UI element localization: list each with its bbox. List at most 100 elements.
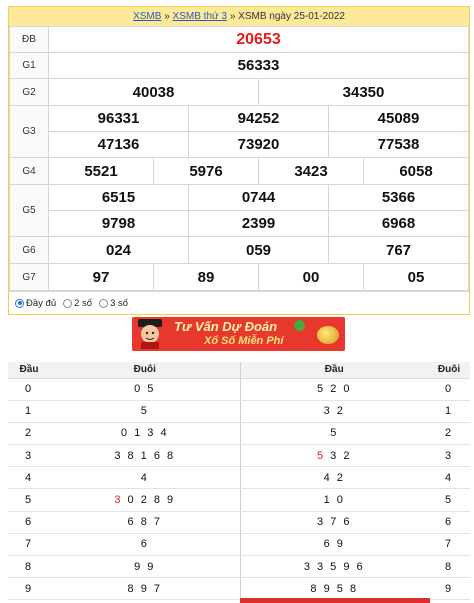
dau-values: 5 2 0	[240, 378, 428, 401]
prize-row-g2: G2 40038 34350	[9, 78, 469, 106]
prize-value: 2399	[188, 210, 329, 237]
duoi-values: 6	[50, 533, 241, 557]
banner-title: Tư Vấn Dự Đoán	[174, 319, 278, 334]
mascot-icon	[138, 319, 162, 349]
option-3-digits[interactable]: 3 số	[99, 298, 128, 309]
duoi-cell: 7	[428, 533, 470, 557]
breadcrumb: XSMB » XSMB thứ 3 » XSMB ngày 25-01-2022	[9, 7, 469, 26]
dau-values: 5	[240, 422, 428, 446]
breadcrumb-link-xsmb[interactable]: XSMB	[133, 11, 161, 22]
duoi-values: 6 8 7	[50, 511, 241, 534]
prize-value: 34350	[258, 78, 469, 106]
prize-value: 77538	[328, 131, 469, 158]
option-label: Đầy đủ	[26, 297, 57, 309]
prize-row-db: ĐB 20653	[9, 26, 469, 53]
promo-banner[interactable]: Tư Vấn Dự Đoán Xổ Số Miễn Phí	[132, 317, 345, 351]
prize-label: G4	[9, 157, 49, 185]
duoi-values: 0 2 8 9	[127, 494, 176, 507]
prize-label: G7	[9, 263, 49, 291]
prize-row-g5: G5 6515 0744 5366	[9, 184, 469, 237]
dau-cell: 2	[8, 422, 50, 446]
dau-values: 3 7 6	[240, 511, 428, 534]
prize-value: 96331	[48, 105, 189, 132]
prize-row-g1: G1 56333	[9, 52, 469, 79]
table-row: 66 8 73 7 66	[8, 511, 470, 534]
table-row: 89 93 3 5 9 68	[8, 555, 470, 579]
prize-value: 0744	[188, 184, 329, 211]
table-row: 766 97	[8, 533, 470, 557]
table-row: 53 0 2 8 91 05	[8, 488, 470, 512]
dau-cell: 3	[8, 444, 50, 468]
dau-values: 4 2	[240, 466, 428, 490]
option-label: 2 số	[74, 297, 93, 309]
duoi-values: 0 1 3 4	[50, 422, 241, 446]
breadcrumb-current: XSMB ngày 25-01-2022	[238, 11, 345, 22]
table-row: 98 9 78 9 5 89	[8, 577, 470, 601]
prize-value: 47136	[48, 131, 189, 158]
highlight-number: 5	[317, 449, 326, 462]
dau-values: 1 0	[240, 488, 428, 512]
duoi-cell: 3	[428, 444, 470, 468]
duoi-values: 0 5	[50, 378, 241, 401]
prize-row-g5b: 9798 2399 6968	[10, 210, 469, 237]
prize-label: G3	[9, 105, 49, 158]
prize-value: 5366	[328, 184, 469, 211]
table-row: 00 55 2 00	[8, 378, 470, 401]
column-header-duoi: Đuôi	[50, 362, 241, 379]
duoi-values-cell: 3 0 2 8 9	[50, 488, 241, 512]
breadcrumb-separator: »	[229, 11, 236, 22]
prize-value: 94252	[188, 105, 329, 132]
option-full[interactable]: Đầy đủ	[15, 298, 56, 309]
clover-icon	[294, 320, 305, 331]
radio-icon[interactable]	[99, 298, 109, 308]
dau-cell: 9	[8, 577, 50, 601]
prize-value: 56333	[48, 52, 469, 79]
dau-cell: 8	[8, 555, 50, 579]
prize-value: 45089	[328, 105, 469, 132]
option-label: 3 số	[110, 297, 129, 309]
dau-cell: 4	[8, 466, 50, 490]
prize-value: 6968	[328, 210, 469, 237]
duoi-cell: 5	[428, 488, 470, 512]
radio-selected-icon[interactable]	[15, 298, 24, 308]
prize-value: 024	[48, 236, 189, 264]
prize-row-g7: G7 97 89 00 05	[9, 263, 469, 291]
prize-value: 40038	[48, 78, 259, 106]
duoi-values: 5	[50, 400, 241, 423]
duoi-cell: 1	[428, 400, 470, 423]
dau-cell: 0	[8, 378, 50, 401]
duoi-values: 3 8 1 6 8	[50, 444, 241, 468]
prize-value: 73920	[188, 131, 329, 158]
prize-value: 00	[258, 263, 364, 291]
dau-values: 3 3 5 9 6	[240, 555, 428, 579]
prize-label: G5	[9, 184, 49, 237]
duoi-values: 9 9	[50, 555, 241, 579]
table-row: 33 8 1 6 85 3 23	[8, 444, 470, 468]
duoi-cell: 9	[428, 577, 470, 601]
dau-values: 8 9 5 8	[240, 577, 428, 601]
special-prize-value: 20653	[48, 26, 469, 53]
prize-row-g6: G6 024 059 767	[9, 236, 469, 264]
prize-label: G2	[9, 78, 49, 106]
loto-table: Đầu Đuôi Đầu Đuôi 00 55 2 00 153 21 20 1…	[8, 362, 470, 601]
prize-value: 059	[188, 236, 329, 264]
option-2-digits[interactable]: 2 số	[63, 298, 92, 309]
prize-value: 6515	[48, 184, 189, 211]
column-header-dau: Đầu	[240, 362, 428, 379]
highlight-number: 3	[114, 494, 123, 507]
prize-row-g3b: 47136 73920 77538	[10, 131, 469, 158]
breadcrumb-link-xsmb-thu3[interactable]: XSMB thứ 3	[173, 11, 228, 22]
prize-value: 6058	[363, 157, 469, 185]
dau-values: 3 2	[325, 449, 352, 462]
radio-icon[interactable]	[63, 298, 73, 308]
dau-cell: 6	[8, 511, 50, 534]
loto-header-row: Đầu Đuôi Đầu Đuôi	[8, 362, 470, 379]
dau-cell: 1	[8, 400, 50, 423]
prize-row-g3: G3 96331 94252 45089	[9, 105, 469, 158]
result-panel: XSMB » XSMB thứ 3 » XSMB ngày 25-01-2022…	[8, 6, 470, 315]
prize-label: G6	[9, 236, 49, 264]
prize-value: 5521	[48, 157, 154, 185]
prize-value: 89	[153, 263, 259, 291]
column-header-dau: Đầu	[8, 362, 50, 379]
prize-value: 5976	[153, 157, 259, 185]
